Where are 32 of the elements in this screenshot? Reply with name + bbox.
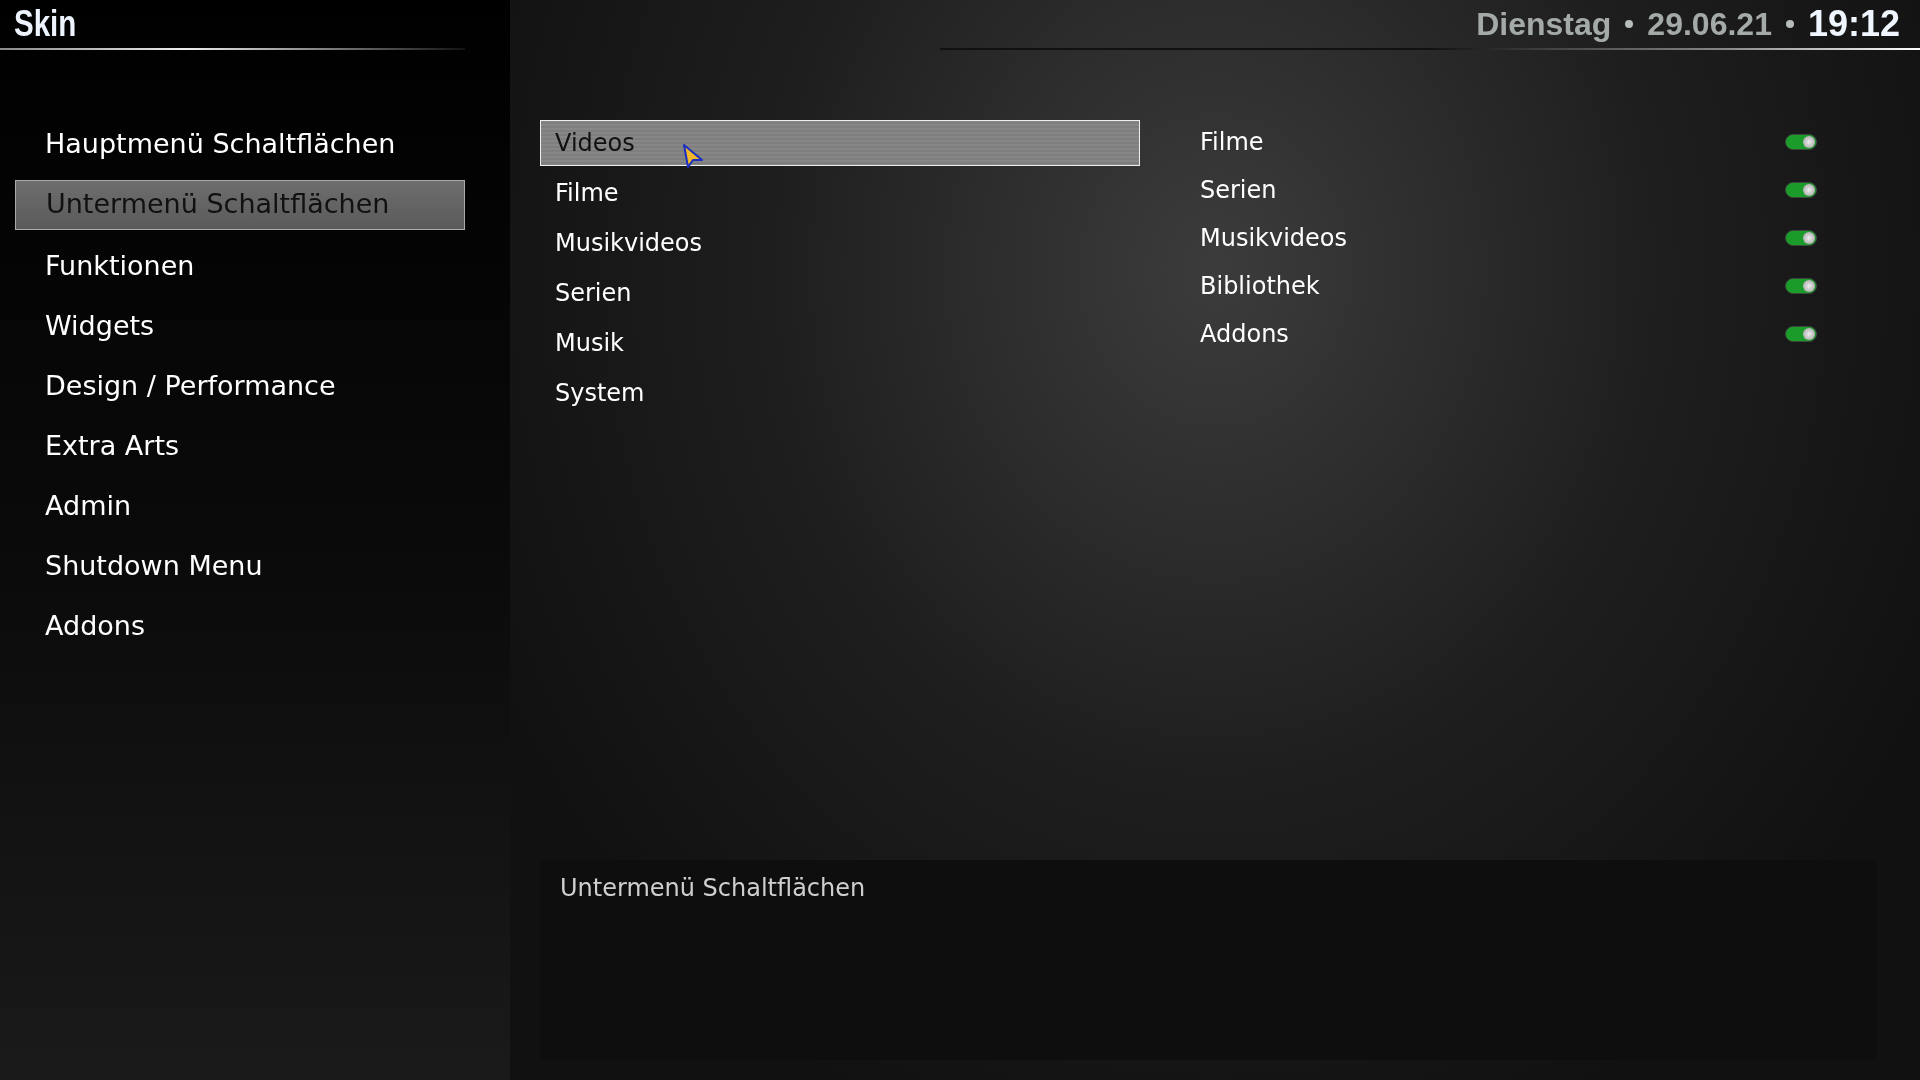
menu-list-item[interactable]: Videos [540,120,1140,166]
weekday-label: Dienstag [1476,5,1612,43]
sidebar-item[interactable]: Addons [15,602,465,650]
clock-label: 19:12 [1807,3,1900,45]
sidebar-item[interactable]: Extra Arts [15,422,465,470]
toggle-switch[interactable] [1785,278,1817,294]
separator-dot-icon [1785,20,1794,28]
option-label: Filme [1200,128,1264,156]
separator-dot-icon [1625,20,1634,28]
option-label: Addons [1200,320,1289,348]
menu-list-item[interactable]: Musik [540,320,1140,366]
menu-list-item[interactable]: System [540,370,1140,416]
description-text: Untermenü Schaltflächen [560,874,866,902]
toggle-switch[interactable] [1785,326,1817,342]
toggle-switch[interactable] [1785,230,1817,246]
menu-list-item[interactable]: Serien [540,270,1140,316]
toggle-switch[interactable] [1785,134,1817,150]
option-label: Bibliothek [1200,272,1320,300]
menu-list-item[interactable]: Musikvideos [540,220,1140,266]
sidebar-item[interactable]: Admin [15,482,465,530]
sidebar-item[interactable]: Design / Performance [15,362,465,410]
sidebar-item[interactable]: Widgets [15,302,465,350]
sidebar-item[interactable]: Shutdown Menu [15,542,465,590]
sidebar-item[interactable]: Hauptmenü Schaltflächen [15,120,465,168]
option-label: Serien [1200,176,1277,204]
mouse-pointer-icon [682,143,704,169]
menu-list-item[interactable]: Filme [540,170,1140,216]
toggle-switch[interactable] [1785,182,1817,198]
option-label: Musikvideos [1200,224,1348,252]
sidebar-item[interactable]: Funktionen [15,242,465,290]
date-label: 29.06.21 [1647,5,1772,43]
screen-title: Skin [14,3,77,45]
